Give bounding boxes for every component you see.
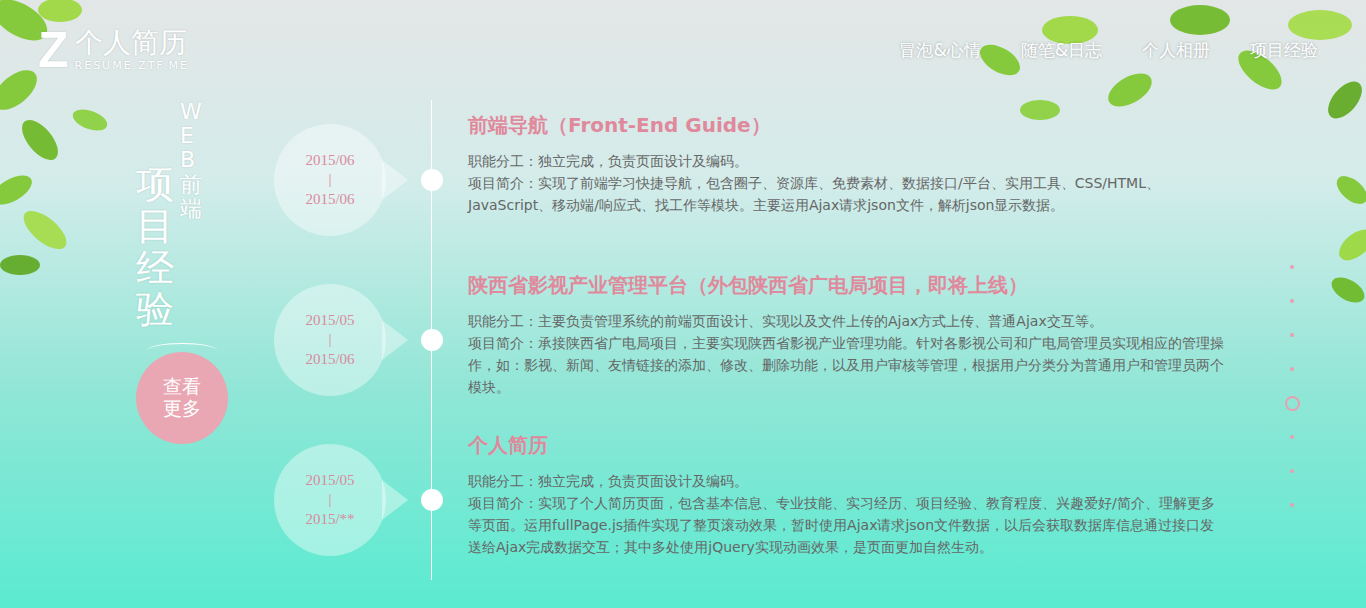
timeline-node — [421, 329, 443, 351]
vertical-titles: 项目经验 WEB前端 — [136, 100, 202, 331]
project-item: 2015/06|2015/06 前端导航（Front-End Guide） 职能分工… — [274, 100, 1234, 260]
leaves-top-right — [960, 0, 1366, 140]
project-title: 个人简历 — [468, 432, 1224, 458]
start-date: 2015/06 — [305, 151, 354, 171]
project-item: 2015/05|2015/06 陕西省影视产业管理平台（外包陕西省广电局项目，即将… — [274, 260, 1234, 420]
page-dot-mark — [1290, 469, 1294, 473]
project-intro: 项目简介：实现了个人简历页面，包含基本信息、专业技能、实习经历、项目经验、教育程… — [468, 492, 1224, 558]
page-dot[interactable] — [1290, 250, 1294, 284]
date-bubble: 2015/06|2015/06 — [274, 124, 386, 236]
logo[interactable]: Z个人简历RESUME.ZTF.ME — [38, 25, 189, 75]
date-separator: | — [328, 490, 331, 510]
page-dot[interactable] — [1290, 454, 1294, 488]
nav-item[interactable]: 随笔&日志 — [1021, 35, 1102, 66]
project-role: 职能分工：独立完成，负责页面设计及编码。 — [468, 470, 1224, 492]
resume-page: Z个人简历RESUME.ZTF.ME冒泡&心情随笔&日志个人相册项目经验项目经验… — [0, 0, 1366, 608]
leaves-right — [1322, 170, 1366, 310]
date-separator: | — [328, 170, 331, 190]
page-dot[interactable] — [1290, 318, 1294, 352]
logo-title: 个人简历 — [75, 28, 189, 59]
timeline-line — [400, 260, 464, 420]
logo-text: 个人简历RESUME.ZTF.ME — [75, 28, 189, 72]
date-bubble: 2015/05|2015/06 — [274, 284, 386, 396]
project-intro: 项目简介：承接陕西省广电局项目，主要实现陕西省影视产业管理功能。针对各影视公司和… — [468, 332, 1224, 398]
project-item: 2015/05|2015/** 个人简历职能分工：独立完成，负责页面设计及编码。项… — [274, 420, 1234, 580]
page-dot[interactable] — [1290, 284, 1294, 318]
project-content: 前端导航（Front-End Guide） 职能分工：独立完成，负责页面设计及编码… — [464, 100, 1224, 260]
project-role: 职能分工：主要负责管理系统的前端页面设计、实现以及文件上传的Ajax方式上传、普… — [468, 310, 1224, 332]
project-content: 陕西省影视产业管理平台（外包陕西省广电局项目，即将上线） 职能分工：主要负责管理系… — [464, 260, 1224, 420]
start-date: 2015/05 — [305, 471, 354, 491]
nav-item[interactable]: 冒泡&心情 — [899, 35, 980, 66]
main-section: 项目经验WEB前端查看更多2015/06|2015/06前端导航（Front-E… — [0, 72, 1366, 608]
date-column: 2015/06|2015/06 — [274, 100, 400, 260]
nav-menu: 冒泡&心情 随笔&日志 个人相册 项目经验 — [899, 35, 1318, 66]
page-dot-mark — [1290, 367, 1294, 371]
page-dot-mark — [1290, 333, 1294, 337]
page-dot-mark — [1290, 503, 1294, 507]
page-dot[interactable] — [1290, 488, 1294, 522]
end-date: 2015/** — [305, 510, 354, 530]
page-dot-mark — [1290, 265, 1294, 269]
end-date: 2015/06 — [305, 190, 354, 210]
timeline-line — [400, 420, 464, 580]
section-heading: 项目经验 WEB前端查看更多 — [0, 100, 274, 608]
page-dot[interactable] — [1290, 352, 1294, 386]
project-intro: 项目简介：实现了前端学习快捷导航，包含圈子、资源库、免费素材、数据接口/平台、实… — [468, 172, 1224, 216]
more-button[interactable]: 查看更多 — [136, 352, 228, 444]
project-role: 职能分工：独立完成，负责页面设计及编码。 — [468, 150, 1224, 172]
date-column: 2015/05|2015/** — [274, 420, 400, 580]
page-dot[interactable] — [1290, 420, 1294, 454]
section-subtitle: WEB前端 — [180, 100, 202, 221]
page-dot-mark — [1290, 435, 1294, 439]
timeline-line — [400, 100, 464, 260]
nav-item[interactable]: 个人相册 — [1142, 35, 1210, 66]
end-date: 2015/06 — [305, 350, 354, 370]
logo-mark: Z — [38, 25, 69, 75]
page-dot[interactable] — [1285, 386, 1300, 420]
project-content: 个人简历职能分工：独立完成，负责页面设计及编码。项目简介：实现了个人简历页面，包… — [464, 420, 1224, 580]
page-dots — [1234, 100, 1366, 608]
start-date: 2015/05 — [305, 311, 354, 331]
section-title: 项目经验 — [136, 164, 174, 331]
project-title: 前端导航（Front-End Guide） — [468, 112, 1224, 138]
header: Z个人简历RESUME.ZTF.ME 冒泡&心情 随笔&日志 个人相册 项目经验 — [0, 0, 1366, 72]
date-separator: | — [328, 330, 331, 350]
timeline-node — [421, 489, 443, 511]
project-timeline: 2015/06|2015/06前端导航（Front-End Guide）职能分工… — [274, 100, 1234, 608]
more-button-label: 查看更多 — [162, 376, 202, 420]
logo-subtitle: RESUME.ZTF.ME — [75, 59, 189, 72]
date-column: 2015/05|2015/06 — [274, 260, 400, 420]
project-title: 陕西省影视产业管理平台（外包陕西省广电局项目，即将上线） — [468, 272, 1224, 298]
nav-item[interactable]: 项目经验 — [1250, 35, 1318, 66]
page-dot-mark — [1290, 299, 1294, 303]
date-bubble: 2015/05|2015/** — [274, 444, 386, 556]
page-dot-mark — [1285, 396, 1300, 411]
timeline-node — [421, 169, 443, 191]
